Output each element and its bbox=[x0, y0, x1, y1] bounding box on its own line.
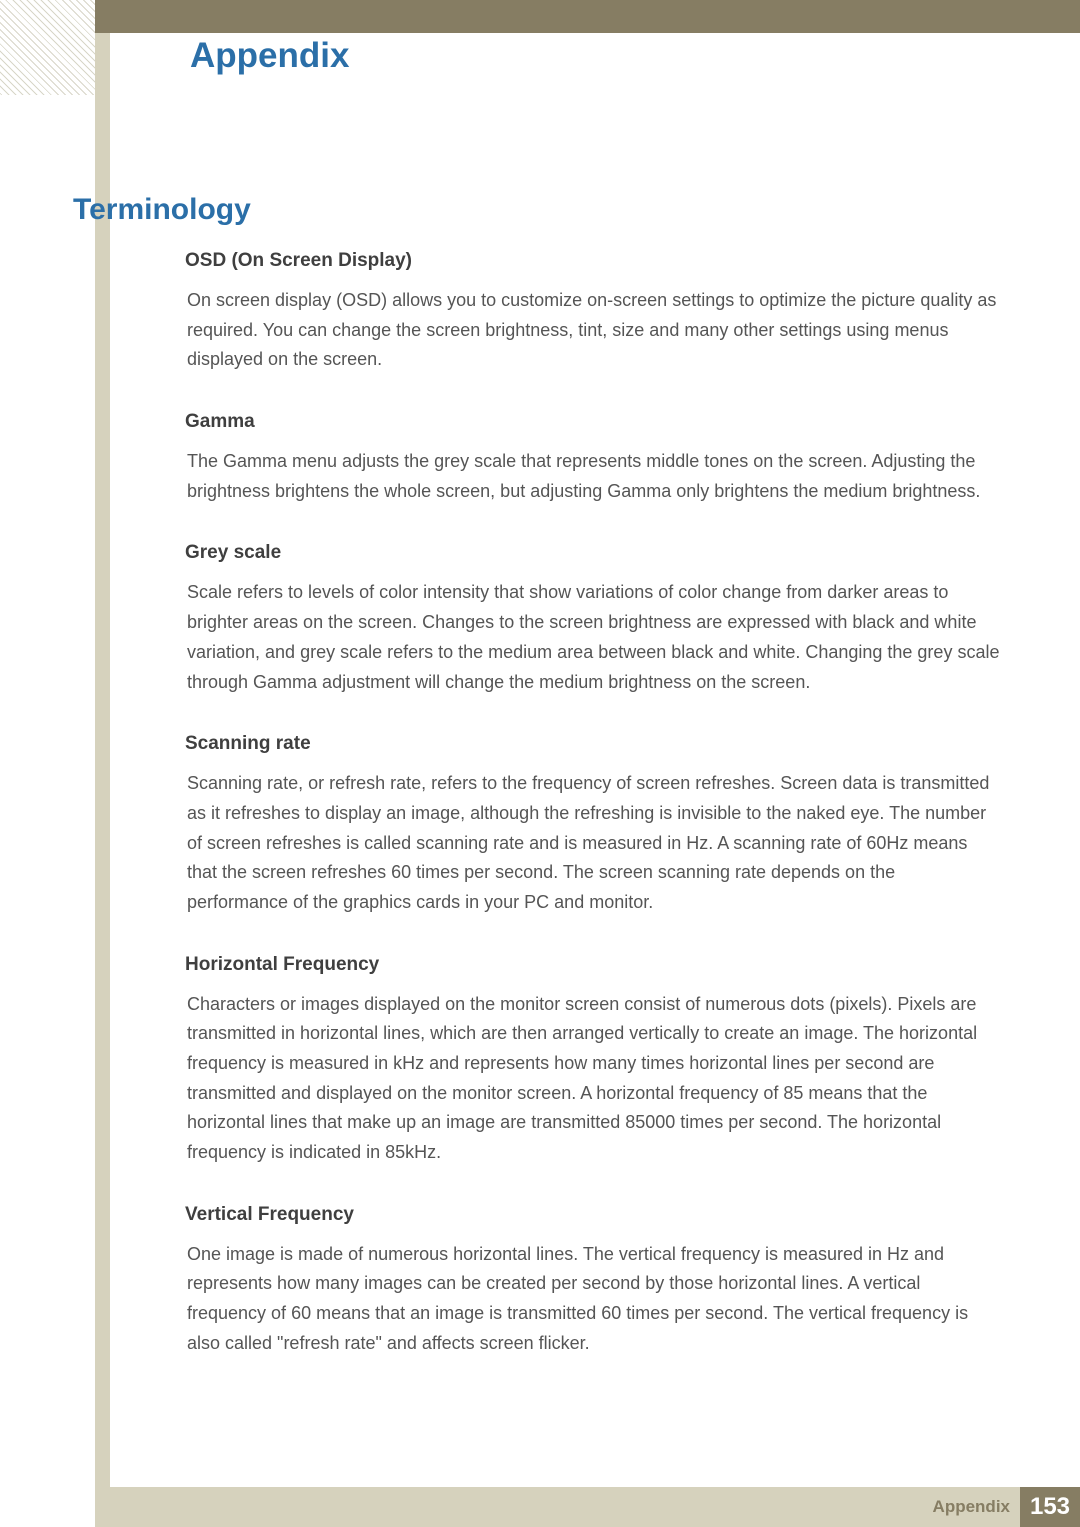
term-body-osd: On screen display (OSD) allows you to cu… bbox=[185, 286, 1000, 375]
term-body-gamma: The Gamma menu adjusts the grey scale th… bbox=[185, 447, 1000, 506]
term-body-grey-scale: Scale refers to levels of color intensit… bbox=[185, 578, 1000, 697]
section-title: Terminology bbox=[73, 193, 251, 227]
term-title-vertical-frequency: Vertical Frequency bbox=[185, 1204, 1000, 1226]
footer: Appendix 153 bbox=[95, 1487, 1080, 1527]
content-area: OSD (On Screen Display) On screen displa… bbox=[185, 250, 1000, 1395]
term-title-horizontal-frequency: Horizontal Frequency bbox=[185, 954, 1000, 976]
term-title-grey-scale: Grey scale bbox=[185, 542, 1000, 564]
term-title-osd: OSD (On Screen Display) bbox=[185, 250, 1000, 272]
page-title: Appendix bbox=[190, 36, 349, 76]
corner-decoration bbox=[0, 0, 95, 95]
term-body-horizontal-frequency: Characters or images displayed on the mo… bbox=[185, 990, 1000, 1168]
term-body-scanning-rate: Scanning rate, or refresh rate, refers t… bbox=[185, 769, 1000, 917]
left-side-bar bbox=[95, 33, 110, 1487]
term-title-scanning-rate: Scanning rate bbox=[185, 733, 1000, 755]
footer-page-number: 153 bbox=[1020, 1487, 1080, 1527]
term-title-gamma: Gamma bbox=[185, 411, 1000, 433]
footer-label: Appendix bbox=[933, 1497, 1010, 1517]
header-bar bbox=[95, 0, 1080, 33]
term-body-vertical-frequency: One image is made of numerous horizontal… bbox=[185, 1240, 1000, 1359]
